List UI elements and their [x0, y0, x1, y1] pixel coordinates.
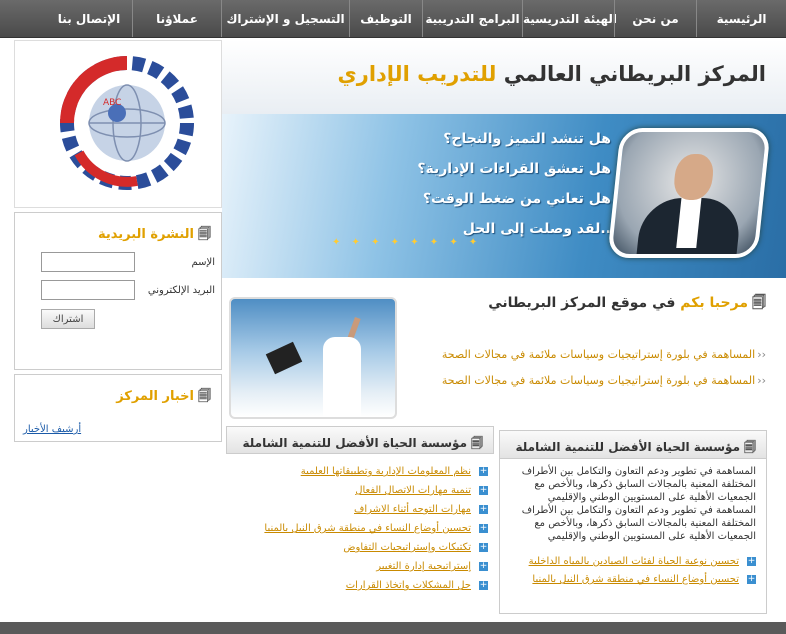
- name-row: الإسم: [21, 251, 217, 273]
- document-icon: 🗐: [198, 227, 211, 242]
- plus-icon: +: [747, 555, 756, 566]
- course-link[interactable]: +حل المشكلات واتخاذ القرارات: [226, 576, 494, 595]
- welcome-title: 🗐مرحبا بكم في موقع المركز البريطاني: [488, 292, 766, 316]
- foundation-box-title-text: مؤسسة الحياة الأفضل للتنمية الشاملة: [515, 440, 740, 454]
- nav-jobs[interactable]: التوظيف: [349, 0, 422, 37]
- welcome-title-highlight: مرحبا بكم: [680, 295, 748, 311]
- plus-icon: +: [479, 522, 488, 533]
- foundation-list: +تحسين نوعية الحياة لفئات الصيادين بالمي…: [500, 553, 766, 589]
- welcome-title-rest: في موقع المركز البريطاني: [488, 295, 681, 311]
- site-title-highlight: للتدريب الإداري: [337, 62, 497, 86]
- chevron-left-icon: ‹‹: [757, 374, 766, 387]
- hero-businessman-photo: [607, 128, 771, 258]
- hero-banner: هل تنشد التميز والنجاح؟ هل تعشق القراءات…: [222, 114, 786, 278]
- document-icon: 🗐: [744, 440, 756, 454]
- newsletter-title: 🗐 النشرة البريدية: [15, 213, 221, 247]
- top-navigation: الرئيسية من نحن الهيئة التدريسية البرامج…: [0, 0, 786, 38]
- course-link[interactable]: +مهارات التوجه أثناء الاشراف: [226, 500, 494, 519]
- document-icon: 🗐: [752, 295, 766, 311]
- email-row: البريد الإلكتروني: [21, 279, 217, 301]
- nav-register[interactable]: التسجيل و الإشتراك: [221, 0, 349, 37]
- course-link[interactable]: +إستراتيجية إدارة التغيير: [226, 557, 494, 576]
- hero-line: هل تعشق القراءات الإدارية؟: [417, 161, 611, 177]
- hero-text: هل تنشد التميز والنجاح؟ هل تعشق القراءات…: [311, 124, 611, 244]
- plus-icon: +: [479, 465, 488, 476]
- foundation-link[interactable]: +تحسين أوضاع النساء في منطقة شرق النيل ب…: [500, 571, 766, 589]
- plus-icon: +: [479, 579, 488, 590]
- newsletter-panel: 🗐 النشرة البريدية الإسم البريد الإلكتروني…: [14, 212, 222, 370]
- document-icon: 🗐: [198, 389, 211, 404]
- course-link[interactable]: +تحسين أوضاع النساء في منطقة شرق النيل ب…: [226, 519, 494, 538]
- news-title-text: اخبار المركز: [116, 389, 194, 404]
- courses-box-title: 🗐 مؤسسة الحياة الأفضل للتنمية الشاملة: [226, 426, 494, 454]
- courses-box-title-text: مؤسسة الحياة الأفضل للتنمية الشاملة: [242, 436, 467, 450]
- course-link[interactable]: +نظم المعلومات الإدارية وتطبيقاتها العلم…: [226, 462, 494, 481]
- site-title: المركز البريطاني العالمي للتدريب الإداري: [337, 62, 766, 86]
- foundation-box-title: 🗐 مؤسسة الحياة الأفضل للتنمية الشاملة: [500, 431, 766, 459]
- nav-clients[interactable]: عملاؤنا: [132, 0, 221, 37]
- course-link[interactable]: +تكتيكات وإستراتيجيات التفاوض: [226, 538, 494, 557]
- hero-line: هل تعاني من ضغط الوقت؟: [422, 191, 611, 207]
- chevron-left-icon: ‹‹: [757, 348, 766, 361]
- nav-programs[interactable]: البرامج التدريبية: [422, 0, 522, 37]
- nav-about[interactable]: من نحن: [614, 0, 696, 37]
- welcome-line-text: المساهمة في بلورة إستراتيجيات وسياسات مل…: [441, 348, 756, 361]
- nav-faculty[interactable]: الهيئة التدريسية: [522, 0, 617, 37]
- plus-icon: +: [747, 573, 756, 584]
- news-archive-link[interactable]: أرشيف الأخبار: [23, 424, 81, 435]
- name-label: الإسم: [191, 256, 215, 268]
- welcome-photo: [229, 297, 397, 419]
- courses-box: 🗐 مؤسسة الحياة الأفضل للتنمية الشاملة +نظ…: [226, 426, 494, 622]
- svg-text:ABC: ABC: [103, 98, 121, 108]
- nav-contact[interactable]: الإتصال بنا: [46, 0, 132, 37]
- document-icon: 🗐: [471, 436, 483, 450]
- decorative-dots: ✦ ✦ ✦ ✦ ✦ ✦ ✦ ✦: [332, 237, 482, 248]
- newsletter-title-text: النشرة البريدية: [97, 227, 194, 242]
- course-link[interactable]: +تنمية مهارات الاتصال الفعال: [226, 481, 494, 500]
- name-input[interactable]: [41, 252, 135, 272]
- site-header: المركز البريطاني العالمي للتدريب الإداري: [222, 40, 786, 114]
- news-panel: 🗐 اخبار المركز أرشيف الأخبار: [14, 374, 222, 442]
- plus-icon: +: [479, 484, 488, 495]
- welcome-line-text: المساهمة في بلورة إستراتيجيات وسياسات مل…: [441, 374, 756, 387]
- welcome-line: ‹‹المساهمة في بلورة إستراتيجيات وسياسات …: [442, 348, 766, 361]
- plus-icon: +: [479, 541, 488, 552]
- foundation-box: 🗐 مؤسسة الحياة الأفضل للتنمية الشاملة الم…: [499, 430, 767, 614]
- foundation-link[interactable]: +تحسين نوعية الحياة لفئات الصيادين بالمي…: [500, 553, 766, 571]
- logo-panel: ABC: [14, 40, 222, 208]
- nav-home[interactable]: الرئيسية: [696, 0, 786, 37]
- news-title: 🗐 اخبار المركز: [15, 375, 221, 409]
- welcome-line: ‹‹المساهمة في بلورة إستراتيجيات وسياسات …: [442, 374, 766, 387]
- email-input[interactable]: [41, 280, 135, 300]
- foundation-description: المساهمة في تطوير ودعم التعاون والتكامل …: [521, 466, 756, 542]
- footer-bar: [0, 622, 786, 634]
- courses-list: +نظم المعلومات الإدارية وتطبيقاتها العلم…: [226, 462, 494, 595]
- plus-icon: +: [479, 503, 488, 514]
- plus-icon: +: [479, 560, 488, 571]
- site-title-main: المركز البريطاني العالمي: [496, 62, 767, 86]
- hero-line: هل تنشد التميز والنجاح؟: [443, 131, 611, 147]
- email-label: البريد الإلكتروني: [147, 284, 215, 296]
- subscribe-button[interactable]: اشتراك: [41, 309, 95, 329]
- center-logo: ABC: [60, 56, 194, 190]
